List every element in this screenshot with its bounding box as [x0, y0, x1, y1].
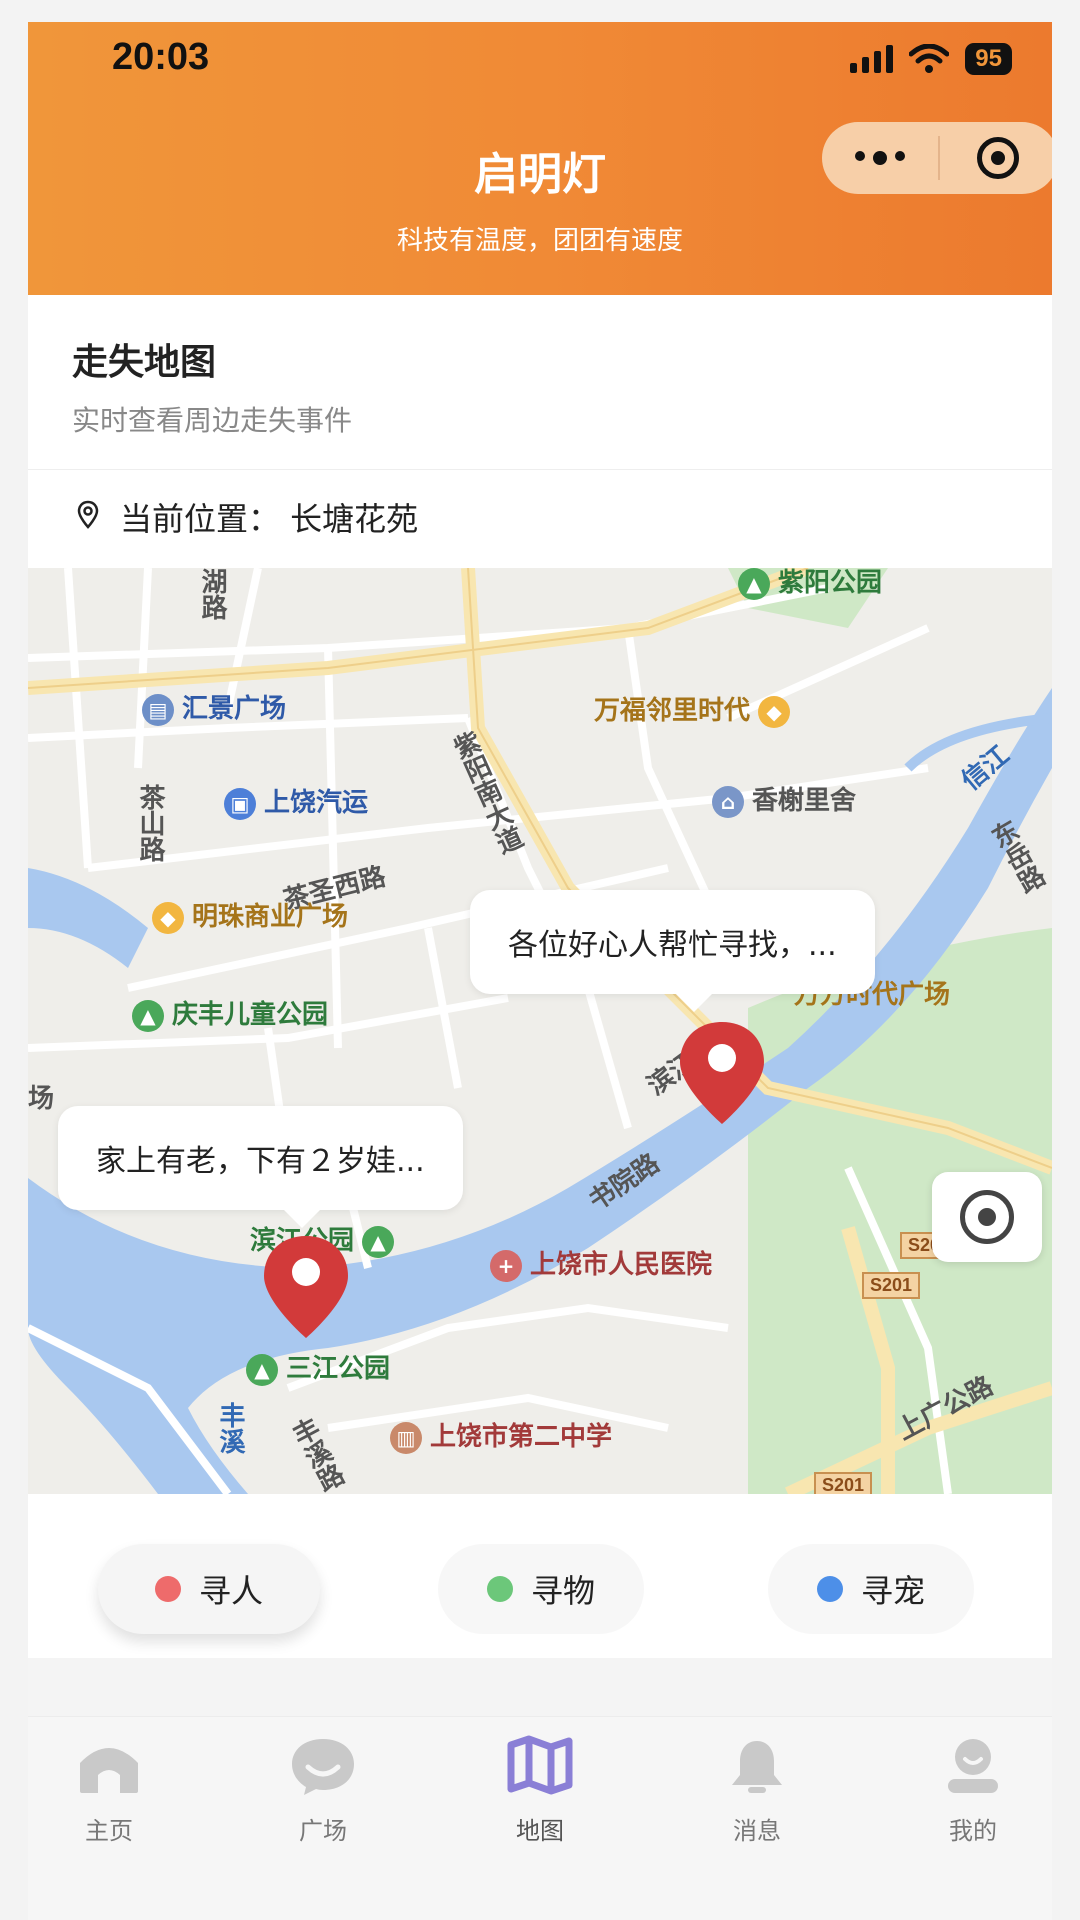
locate-me-button[interactable] [932, 1172, 1042, 1262]
bus-icon: ▣ [224, 787, 256, 820]
status-time: 20:03 [112, 36, 210, 78]
map-label-fengxi: 丰溪 [215, 1402, 245, 1454]
lost-person-marker-icon[interactable] [258, 1232, 354, 1342]
filter-bar: 寻人 寻物 寻宠 [28, 1494, 1052, 1658]
map-label-sanjiang: ▲ 三江公园 [246, 1348, 390, 1386]
event-bubble[interactable]: 各位好心人帮忙寻找，... [470, 890, 875, 1012]
road-shield-s201: S201 [862, 1272, 921, 1299]
map-label-huijing: ▤ 汇景广场 [142, 688, 286, 726]
map-label-chashan: 茶山路 [135, 784, 165, 862]
park-icon: ▲ [132, 999, 164, 1032]
nav-item-profile[interactable]: 我的 [898, 1735, 1048, 1846]
building-icon: ▤ [142, 693, 174, 726]
filter-label: 寻物 [530, 1572, 595, 1610]
chat-icon [292, 1739, 354, 1795]
nav-item-messages[interactable]: 消息 [682, 1735, 832, 1846]
map-label-changye: 场 [28, 1084, 55, 1114]
item-dot-icon [486, 1576, 513, 1602]
header: 20:03 95 启明灯 科技有温度，团团有速度 [28, 22, 1052, 295]
shop-icon: ◆ [758, 695, 791, 728]
filter-chip-person[interactable]: 寻人 [98, 1544, 320, 1634]
filter-label: 寻人 [198, 1572, 263, 1610]
section-title: 走失地图 [72, 342, 217, 383]
bell-icon [732, 1741, 782, 1793]
shop-icon: ◆ [152, 901, 184, 934]
nav-label: 广场 [299, 1817, 347, 1845]
school-icon: ▥ [390, 1421, 422, 1454]
road-shield-s201: S201 [814, 1472, 873, 1494]
bottom-nav: 主页 广场 地图 消息 我的 [28, 1716, 1052, 1920]
park-icon: ▲ [246, 1353, 278, 1386]
map-label-ziyang-park: ▲ 紫阳公园 [738, 568, 882, 600]
locate-icon [960, 1190, 1014, 1244]
filter-chip-item[interactable]: 寻物 [438, 1544, 644, 1634]
map-label-wanfu: 万福邻里时代 ◆ [594, 690, 798, 728]
app-screen: 20:03 95 启明灯 科技有温度，团团有速度 走失地图 实时查看周边走失事件 [28, 22, 1052, 1920]
map-section-header: 走失地图 实时查看周边走失事件 [28, 295, 1052, 492]
nav-item-map[interactable]: 地图 [465, 1735, 615, 1846]
filter-label: 寻宠 [860, 1572, 925, 1610]
residence-icon: ⌂ [712, 785, 744, 818]
battery-icon: 95 [965, 43, 1012, 75]
hospital-icon: + [490, 1249, 522, 1282]
section-description: 实时查看周边走失事件 [72, 404, 353, 437]
lost-person-marker-icon[interactable] [674, 1018, 770, 1128]
app-subtitle: 科技有温度，团团有速度 [396, 226, 683, 256]
map-label-shangrao-bus: ▣ 上饶汽运 [224, 782, 368, 820]
nav-label: 消息 [733, 1817, 781, 1845]
lost-map[interactable]: 湖路 ▲ 紫阳公园 ▤ 汇景广场 万福邻里时代 ◆ 紫阳南大道 信江 茶山路 ▣ 上饶汽… [28, 568, 1052, 1494]
map-label-mingzhu: ◆ 明珠商业广场 [152, 896, 348, 934]
signal-icon [850, 45, 894, 73]
app-title: 启明灯 [474, 149, 606, 200]
map-icon [507, 1735, 573, 1795]
home-icon [80, 1748, 138, 1793]
nav-item-home[interactable]: 主页 [34, 1735, 184, 1846]
nav-label: 我的 [949, 1817, 997, 1845]
map-label-qingfeng: ▲ 庆丰儿童公园 [132, 994, 328, 1032]
current-location-text: 当前位置： 长塘花苑 [120, 500, 419, 538]
nav-label: 主页 [85, 1817, 133, 1845]
location-pin-icon [77, 500, 99, 529]
status-icons: 95 [850, 42, 1012, 76]
map-label-hu-lu: 湖路 [197, 568, 227, 620]
park-icon: ▲ [362, 1225, 395, 1258]
current-location-bar: 当前位置： 长塘花苑 [28, 470, 1052, 568]
park-icon: ▲ [738, 568, 770, 600]
person-dot-icon [154, 1576, 181, 1602]
nav-label: 地图 [516, 1817, 564, 1845]
profile-icon [948, 1739, 998, 1793]
nav-item-square[interactable]: 广场 [248, 1735, 398, 1846]
filter-chip-pet[interactable]: 寻宠 [768, 1544, 974, 1634]
map-label-school: ▥ 上饶市第二中学 [390, 1416, 612, 1454]
pet-dot-icon [816, 1576, 843, 1602]
wifi-icon [909, 44, 950, 73]
map-label-hospital: + 上饶市人民医院 [490, 1244, 712, 1282]
map-label-xiangxie: ⌂ 香榭里舍 [712, 780, 856, 818]
event-bubble[interactable]: 家上有老，下有２岁娃... [58, 1106, 463, 1228]
